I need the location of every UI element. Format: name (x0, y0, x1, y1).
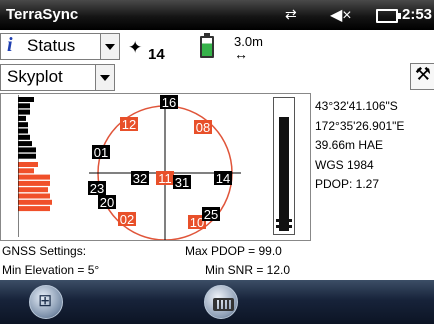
satellite-count: 14 (148, 46, 165, 63)
satellite-label: 14 (216, 171, 230, 186)
wrench-icon: ⚒ (414, 64, 432, 84)
signal-bar-used (18, 109, 30, 115)
max-pdop: Max PDOP = 99.0 (185, 244, 282, 258)
satellite-02: 02 (118, 212, 136, 227)
satellite-32: 32 (131, 171, 149, 186)
pdop-marker (276, 219, 292, 222)
latitude: 43°32'41.106"S (315, 99, 398, 113)
signal-bar-unused (18, 206, 50, 212)
skyplot-chart[interactable]: 1612 080132 11 31 14232002 1025 (85, 94, 245, 240)
satellite-label: 12 (122, 117, 136, 132)
satellite-20: 20 (98, 195, 116, 210)
satellite-label: 11 (158, 171, 172, 186)
signal-bar-used (18, 134, 30, 140)
satellite-16: 16 (160, 95, 178, 110)
satellite-icon: ✦ (128, 38, 143, 57)
satellite-label: 25 (204, 207, 218, 222)
gnss-settings-label: GNSS Settings: (2, 244, 87, 258)
signal-bar-unused (18, 180, 50, 186)
section-select-value: Status (27, 36, 76, 55)
signal-bar-used (18, 122, 28, 128)
volume-muted-icon[interactable]: ◀× (330, 5, 352, 25)
satellite-14: 14 (214, 171, 232, 186)
gps-battery-icon (200, 33, 214, 58)
signal-bar-used (18, 141, 32, 147)
satellite-11: 11 (156, 171, 174, 186)
satellite-label: 23 (90, 181, 104, 196)
windows-start-icon[interactable] (29, 285, 63, 319)
section-select[interactable]: i Status (0, 33, 120, 60)
pdop-level-fill (279, 117, 289, 231)
keyboard-icon[interactable] (204, 285, 238, 319)
min-snr: Min SNR = 12.0 (205, 263, 291, 277)
signal-bar-used (18, 115, 26, 121)
satellite-31: 31 (173, 175, 191, 190)
signal-bar-unused (18, 199, 52, 205)
satellite-12: 12 (120, 117, 138, 132)
satellite-label: 32 (133, 171, 147, 186)
longitude: 172°35'26.901"E (315, 118, 405, 133)
satellite-25: 25 (202, 207, 220, 222)
view-select[interactable]: Skyplot (0, 64, 115, 91)
network-sync-icon[interactable]: ⇄ (285, 6, 297, 23)
signal-bar-unused (18, 174, 50, 180)
satellite-label: 31 (175, 175, 189, 190)
signal-bar-unused (18, 193, 50, 199)
pdop-level-bar (273, 97, 295, 235)
height: 39.66m HAE (315, 138, 384, 152)
info-icon: i (7, 34, 13, 56)
signal-strength-bars (18, 95, 52, 237)
signal-bar-unused (18, 168, 34, 174)
view-select-value: Skyplot (7, 67, 63, 86)
signal-bar-used (18, 153, 36, 159)
satellite-label: 08 (196, 120, 210, 135)
signal-bar-used (18, 128, 28, 134)
signal-bar-used (18, 103, 30, 109)
satellite-label: 02 (120, 212, 134, 227)
datum: WGS 1984 (315, 157, 374, 172)
horizontal-arrow-icon: ↔ (234, 46, 248, 62)
satellite-label: 01 (94, 145, 108, 160)
pdop: PDOP: 1.27 (315, 177, 380, 191)
satellite-label: 16 (162, 95, 176, 110)
app-title: TerraSync (6, 6, 79, 23)
signal-bar-used (18, 97, 34, 102)
battery-icon[interactable] (376, 9, 401, 23)
clock-time[interactable]: 2:53 (402, 6, 432, 23)
satellite-01: 01 (92, 145, 110, 160)
pdop-marker (276, 225, 292, 228)
title-bar: TerraSync ⇄ ◀× 2:53 (0, 0, 434, 30)
satellite-23: 23 (88, 181, 106, 196)
chevron-down-icon[interactable] (95, 65, 114, 90)
satellite-label: 20 (100, 195, 114, 210)
min-elevation: Min Elevation = 5° (2, 263, 100, 277)
position-info: 43°32'41.106"S 172°35'26.901"E 39.66m HA… (315, 97, 404, 195)
signal-bar-used (18, 147, 36, 153)
settings-button[interactable]: ⚒ (410, 63, 434, 90)
signal-bar-unused (18, 162, 38, 167)
signal-bar-unused (18, 187, 48, 193)
satellite-08: 08 (194, 120, 212, 135)
chevron-down-icon[interactable] (100, 34, 119, 59)
